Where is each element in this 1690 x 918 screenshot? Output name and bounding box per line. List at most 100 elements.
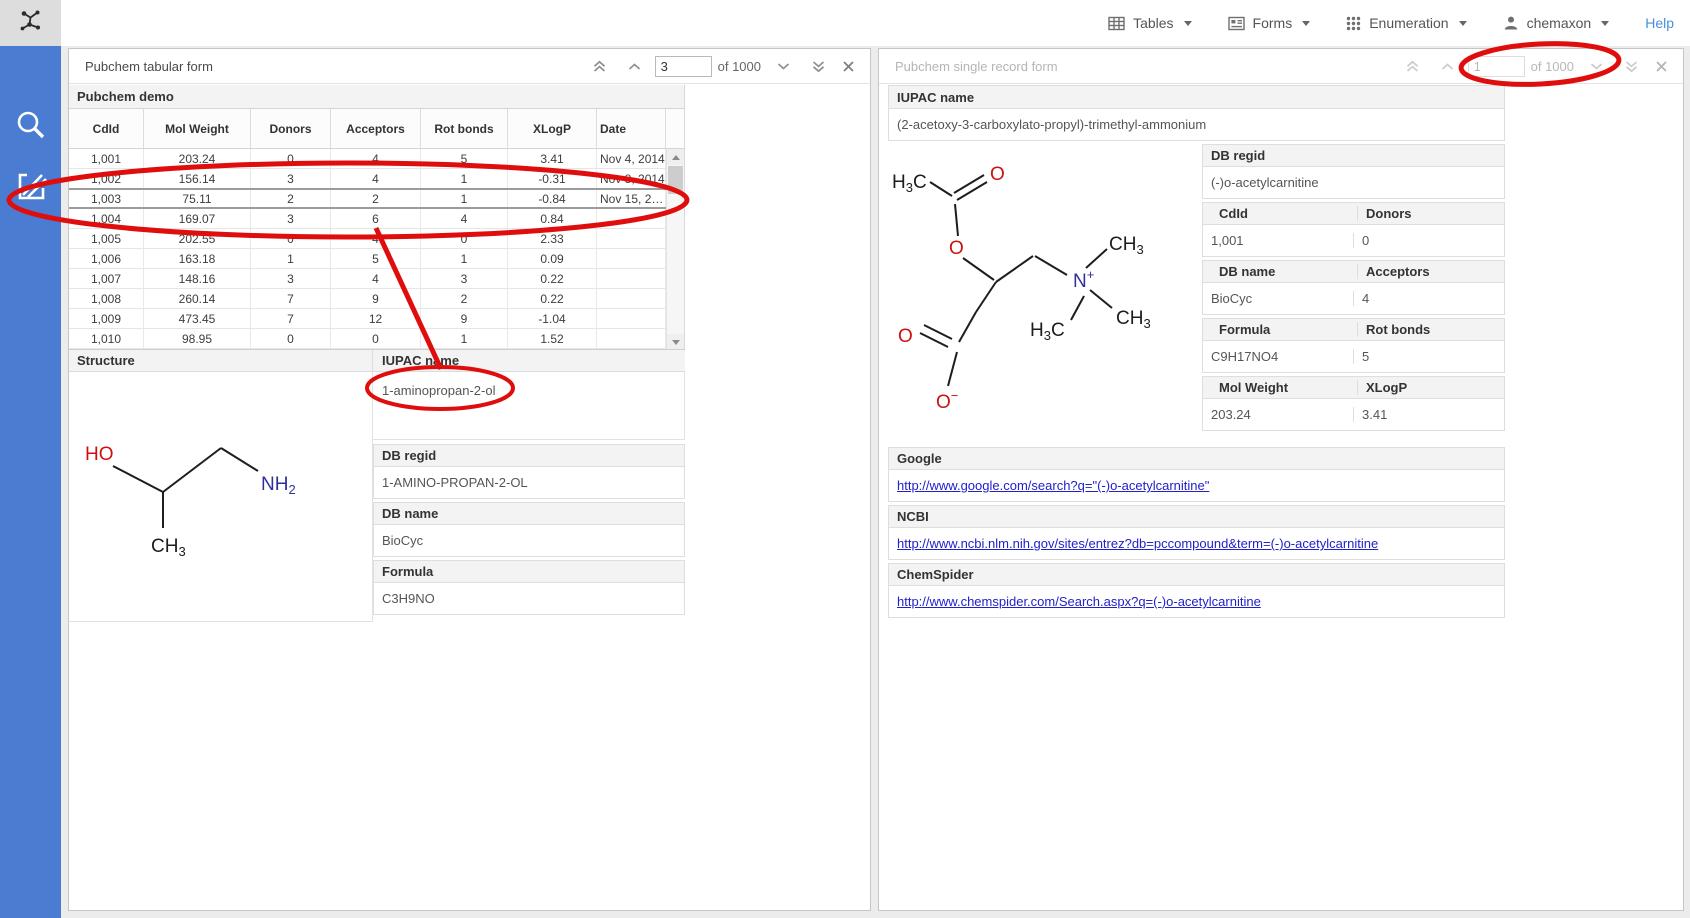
last-record-button[interactable] [1621, 57, 1642, 76]
field-value: 0 [1354, 233, 1504, 248]
scroll-down-button[interactable] [667, 334, 684, 350]
table-row[interactable]: 1,005202.550402.33 [69, 229, 684, 249]
column-header-date[interactable]: Date [597, 109, 666, 148]
structure-canvas[interactable]: HO NH2 CH3 [69, 372, 373, 622]
grid-cell: 148.16 [144, 269, 251, 288]
previous-record-button[interactable] [624, 59, 645, 74]
first-record-button[interactable] [589, 57, 610, 76]
grid-cell: 156.14 [144, 169, 251, 188]
grid-cell [597, 269, 666, 288]
grid-cell: -0.31 [508, 169, 597, 188]
field-value-pair: 1,001 0 [1203, 225, 1504, 256]
tabular-panel-header: Pubchem tabular form of 1000 [69, 49, 870, 84]
column-header-spacer [666, 109, 684, 148]
first-record-button[interactable] [1402, 57, 1423, 76]
record-number-input[interactable] [1468, 56, 1525, 77]
next-record-button[interactable] [773, 59, 794, 74]
bond-line [959, 312, 976, 342]
grid-scrollbar[interactable] [666, 149, 684, 350]
structure-editor-button[interactable] [0, 168, 61, 209]
bond-line [976, 282, 996, 312]
table-row[interactable]: 1,001203.240453.41Nov 4, 2014 [69, 149, 684, 169]
chemspider-search-link[interactable]: http://www.chemspider.com/Search.aspx?q=… [897, 594, 1261, 609]
field-label: Formula [1211, 322, 1358, 337]
field-group-molweight-xlogp: Mol Weight XLogP 203.24 3.41 [1202, 376, 1505, 431]
search-button[interactable] [0, 108, 61, 147]
column-header-molweight[interactable]: Mol Weight [144, 109, 251, 148]
field-label: Donors [1358, 206, 1504, 221]
record-number-input[interactable] [655, 56, 712, 77]
atom-label: CH3 [151, 536, 186, 559]
column-header-xlogp[interactable]: XLogP [508, 109, 597, 148]
close-panel-button[interactable] [1652, 57, 1671, 76]
next-record-button[interactable] [1586, 59, 1607, 74]
table-row[interactable]: 1,002156.14341-0.31Nov 8, 2014 [69, 169, 684, 189]
bond-line [163, 448, 221, 492]
menu-label: Forms [1253, 15, 1293, 31]
table-row[interactable]: 1,004169.073640.84 [69, 209, 684, 229]
grid-cell: 0 [251, 149, 331, 168]
scroll-up-button[interactable] [667, 149, 684, 165]
panel-title: Pubchem tabular form [85, 59, 589, 74]
atom-label: N+ [1073, 267, 1094, 292]
table-row[interactable]: 1,01098.950011.52 [69, 329, 684, 349]
column-header-donors[interactable]: Donors [251, 109, 331, 148]
menu-enumeration[interactable]: Enumeration [1346, 15, 1466, 31]
table-row[interactable]: 1,008260.147920.22 [69, 289, 684, 309]
grid-cell: 4 [331, 149, 421, 168]
atom-label: O [898, 326, 913, 347]
iupac-name-value: 1-aminopropan-2-ol [373, 372, 685, 440]
field-label: Mol Weight [1211, 380, 1358, 395]
grid-cell: 0 [421, 229, 508, 248]
field-group-db-name: DB name BioCyc [373, 502, 685, 557]
link-label: NCBI [889, 506, 1504, 528]
grid-cell: 260.14 [144, 289, 251, 308]
grid-cell: 169.07 [144, 209, 251, 228]
field-value-pair: 203.24 3.41 [1203, 399, 1504, 430]
record-count-label: of 1000 [1531, 59, 1574, 74]
field-value: C3H9NO [374, 583, 684, 614]
record-body: H3COON+CH3CH3H3COO− DB regid (-)o-acetyl… [888, 144, 1505, 444]
grid-cell: 75.11 [144, 190, 251, 207]
chevron-down-icon [1459, 21, 1467, 26]
atom-label: HO [85, 444, 114, 465]
atom-label: NH2 [261, 474, 296, 497]
grid-cell: 0.84 [508, 209, 597, 228]
table-row[interactable]: 1,009473.457129-1.04 [69, 309, 684, 329]
table-row[interactable]: 1,00375.11221-0.84Nov 15, 2… [69, 188, 684, 209]
help-link[interactable]: Help [1645, 15, 1674, 31]
menu-forms[interactable]: Forms [1228, 15, 1311, 31]
bond-line [113, 466, 163, 492]
column-header-cdid[interactable]: CdId [69, 109, 144, 148]
menu-label: chemaxon [1527, 15, 1592, 31]
molecule-drawing-acetylcarnitine: H3COON+CH3CH3H3COO− [888, 144, 1202, 444]
table-row[interactable]: 1,007148.163430.22 [69, 269, 684, 289]
grid-cell: 473.45 [144, 309, 251, 328]
field-group-db-regid: DB regid 1-AMINO-PROPAN-2-OL [373, 444, 685, 499]
column-header-acceptors[interactable]: Acceptors [331, 109, 421, 148]
grid-cell: 1,005 [69, 229, 144, 248]
last-record-button[interactable] [808, 57, 829, 76]
previous-record-button[interactable] [1437, 59, 1458, 74]
scrollbar-thumb[interactable] [668, 166, 683, 194]
field-label: DB name [1211, 264, 1358, 279]
grid-cell: 3 [251, 269, 331, 288]
iupac-column-label: IUPAC name [373, 350, 685, 371]
single-record-panel-header: Pubchem single record form of 1000 [879, 49, 1683, 84]
table-row[interactable]: 1,006163.181510.09 [69, 249, 684, 269]
grid-cell: 12 [331, 309, 421, 328]
field-label: XLogP [1358, 380, 1504, 395]
google-search-link[interactable]: http://www.google.com/search?q="(-)o-ace… [897, 478, 1209, 493]
record-pager: of 1000 [1402, 56, 1671, 77]
atom-label: CH3 [1116, 308, 1151, 331]
structure-canvas[interactable]: H3COON+CH3CH3H3COO− [888, 144, 1202, 444]
chemaxon-logo[interactable] [0, 0, 61, 46]
close-panel-button[interactable] [839, 57, 858, 76]
link-group-google: Google http://www.google.com/search?q="(… [888, 447, 1505, 502]
field-label: CdId [1211, 206, 1358, 221]
column-header-rotbonds[interactable]: Rot bonds [421, 109, 508, 148]
menu-tables[interactable]: Tables [1108, 15, 1191, 31]
field-value: BioCyc [374, 525, 684, 556]
ncbi-search-link[interactable]: http://www.ncbi.nlm.nih.gov/sites/entrez… [897, 536, 1378, 551]
menu-user-account[interactable]: chemaxon [1503, 15, 1610, 31]
